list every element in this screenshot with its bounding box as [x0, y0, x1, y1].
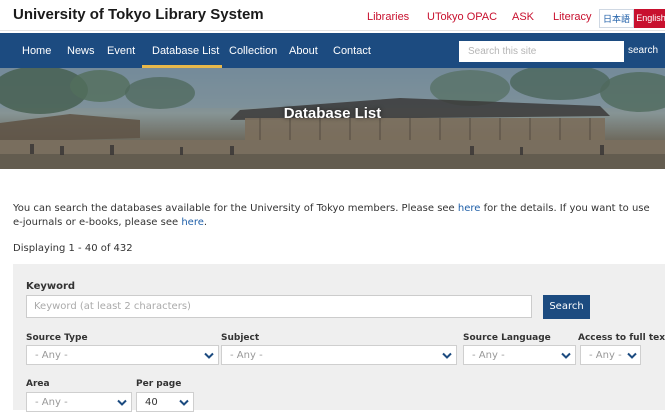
language-japanese-button[interactable]: 日本語	[599, 9, 634, 28]
page-title: Database List	[283, 105, 382, 122]
chevron-down-icon	[179, 399, 189, 406]
subject-select[interactable]: - Any -	[221, 345, 457, 365]
source-language-value: - Any -	[472, 350, 505, 361]
search-panel	[13, 264, 665, 410]
area-label: Area	[26, 379, 50, 389]
area-value: - Any -	[35, 397, 68, 408]
site-search-button[interactable]: search	[628, 45, 658, 56]
nav-item-news[interactable]: News	[67, 45, 95, 57]
details-link[interactable]: here	[458, 203, 481, 214]
ejournals-link[interactable]: here	[181, 217, 204, 228]
results-count: Displaying 1 - 40 of 432	[13, 243, 133, 254]
area-select[interactable]: - Any -	[26, 392, 132, 412]
source-type-value: - Any -	[35, 350, 68, 361]
top-link-literacy[interactable]: Literacy	[553, 11, 592, 23]
subject-value: - Any -	[230, 350, 263, 361]
source-language-select[interactable]: - Any -	[463, 345, 576, 365]
chevron-down-icon	[442, 352, 452, 359]
per-page-value: 40	[145, 397, 158, 408]
keyword-label: Keyword	[26, 281, 76, 292]
per-page-label: Per page	[136, 379, 182, 389]
site-title[interactable]: University of Tokyo Library System	[13, 6, 264, 23]
access-full-text-select[interactable]: - Any -	[580, 345, 641, 365]
chevron-down-icon	[627, 352, 637, 359]
search-button[interactable]: Search	[543, 295, 590, 319]
top-link-utokyo-opac[interactable]: UTokyo OPAC	[427, 11, 497, 23]
intro-text: You can search the databases available f…	[13, 202, 653, 230]
top-link-libraries[interactable]: Libraries	[367, 11, 409, 23]
subject-label: Subject	[221, 333, 260, 343]
nav-item-about[interactable]: About	[289, 45, 318, 57]
hero-banner: Database List	[0, 68, 665, 169]
chevron-down-icon	[117, 399, 127, 406]
nav-item-database-list[interactable]: Database List	[152, 45, 219, 57]
chevron-down-icon	[561, 352, 571, 359]
intro-text-part: You can search the databases available f…	[13, 203, 458, 214]
top-link-ask[interactable]: ASK	[512, 11, 534, 23]
top-bar: University of Tokyo Library System Libra…	[0, 0, 665, 31]
chevron-down-icon	[204, 352, 214, 359]
intro-text-part: .	[203, 217, 208, 228]
language-english-button[interactable]: English	[634, 9, 665, 28]
source-language-label: Source Language	[463, 333, 551, 343]
nav-item-event[interactable]: Event	[107, 45, 135, 57]
source-type-select[interactable]: - Any -	[26, 345, 219, 365]
nav-item-contact[interactable]: Contact	[333, 45, 371, 57]
per-page-select[interactable]: 40	[136, 392, 194, 412]
nav-item-collection[interactable]: Collection	[229, 45, 277, 57]
keyword-input[interactable]	[26, 295, 532, 318]
source-type-label: Source Type	[26, 333, 88, 343]
access-full-text-value: - Any -	[589, 350, 622, 361]
nav-item-home[interactable]: Home	[22, 45, 51, 57]
site-search-input[interactable]	[459, 41, 624, 62]
access-full-text-label: Access to full text	[578, 333, 665, 343]
